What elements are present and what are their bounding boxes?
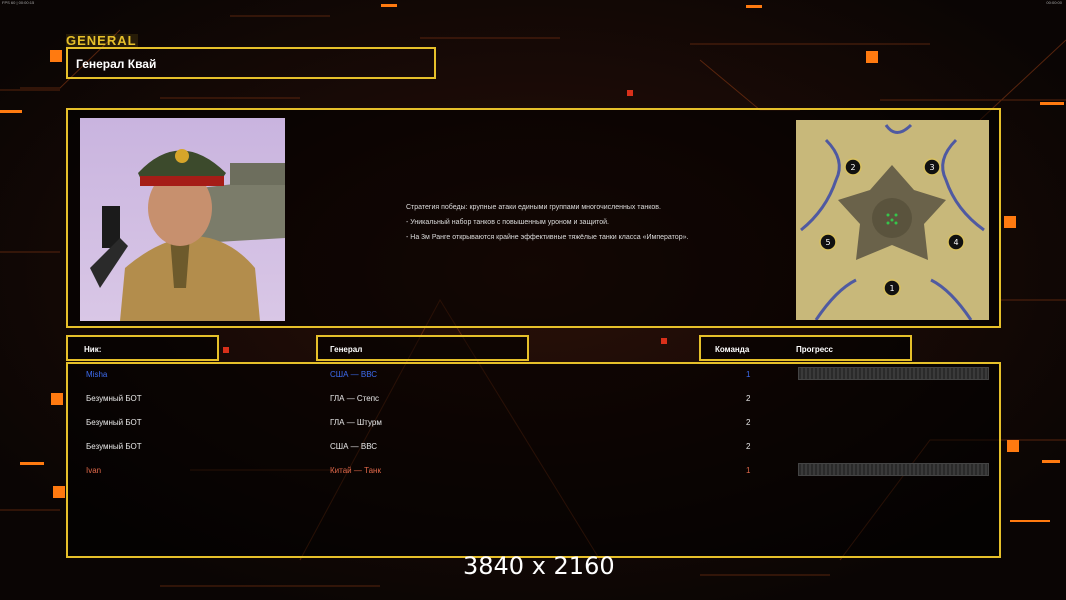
start-position-5[interactable]: 5 <box>825 238 830 247</box>
description-line: - На 3м Ранге открываются крайне эффекти… <box>406 234 689 241</box>
player-general: США — ВВС <box>330 370 378 379</box>
resolution-label: 3840 x 2160 <box>463 552 615 580</box>
player-general: ГЛА — Степс <box>330 394 380 403</box>
player-row[interactable]: Безумный БОТ ГЛА — Штурм 2 <box>68 412 999 436</box>
player-row[interactable]: Безумный БОТ ГЛА — Степс 2 <box>68 388 999 412</box>
player-row[interactable]: Ivan Китай — Танк 1 <box>68 460 999 484</box>
start-position-3[interactable]: 3 <box>929 163 934 172</box>
player-progress-bar <box>798 463 989 476</box>
player-row[interactable]: Misha США — ВВС 1 <box>68 364 999 388</box>
player-nick: Misha <box>86 370 108 379</box>
player-nick: Безумный БОТ <box>86 394 142 403</box>
general-logo: GENERAL <box>66 33 138 48</box>
player-team: 1 <box>746 370 751 379</box>
minimap[interactable]: 1 2 3 4 5 <box>796 120 989 320</box>
player-list: Misha США — ВВС 1 Безумный БОТ ГЛА — Сте… <box>66 362 1001 558</box>
player-general: США — ВВС <box>330 442 378 451</box>
general-name: Генерал Квай <box>76 57 157 71</box>
general-title-box: Генерал Квай <box>66 47 436 79</box>
player-team: 1 <box>746 466 751 475</box>
column-header-progress-label: Прогресс <box>796 345 833 354</box>
player-team: 2 <box>746 442 751 451</box>
system-status: FPS 60 | 00:00:15 <box>2 0 35 5</box>
column-header-nick: Ник: <box>66 335 219 361</box>
general-info-panel: Стратегия победы: крупные атаки едиными … <box>66 108 1001 328</box>
column-header-team-label: Команда <box>715 345 750 354</box>
player-team: 2 <box>746 418 751 427</box>
player-team: 2 <box>746 394 751 403</box>
description-line: Стратегия победы: крупные атаки едиными … <box>406 204 661 211</box>
player-nick: Ivan <box>86 466 102 475</box>
general-portrait <box>80 118 285 321</box>
column-header-nick-label: Ник: <box>84 345 102 354</box>
player-row[interactable]: Безумный БОТ США — ВВС 2 <box>68 436 999 460</box>
column-header-general-label: Генерал <box>330 345 363 354</box>
column-header-team-progress: Команда Прогресс <box>699 335 912 361</box>
system-clock: 00:00:00 <box>1046 0 1062 5</box>
start-position-4[interactable]: 4 <box>953 238 958 247</box>
description-line: - Уникальный набор танков с повышенным у… <box>406 219 609 226</box>
player-progress-bar <box>798 367 989 380</box>
start-position-2[interactable]: 2 <box>850 163 855 172</box>
player-nick: Безумный БОТ <box>86 442 142 451</box>
strategy-description: Стратегия победы: крупные атаки едиными … <box>406 200 756 245</box>
column-header-general: Генерал <box>316 335 529 361</box>
player-general: Китай — Танк <box>330 466 381 475</box>
start-position-1[interactable]: 1 <box>889 284 894 293</box>
player-nick: Безумный БОТ <box>86 418 142 427</box>
player-general: ГЛА — Штурм <box>330 418 382 427</box>
